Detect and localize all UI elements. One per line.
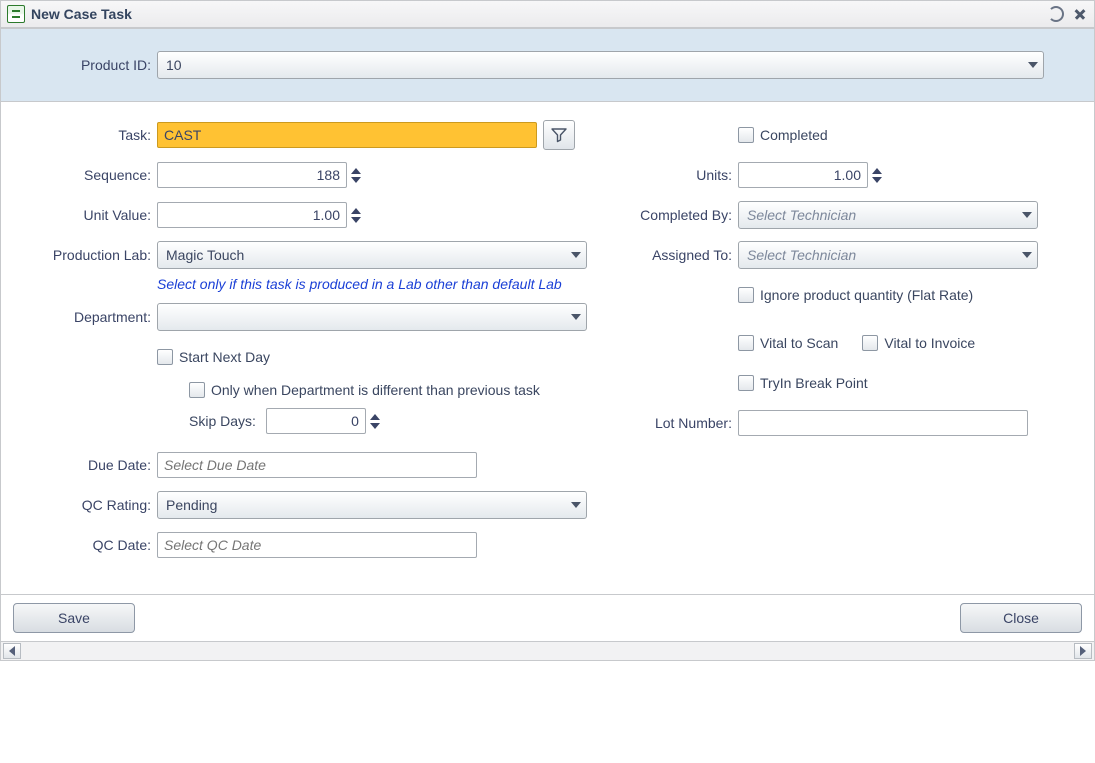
completed-checkbox[interactable]: Completed [738, 127, 828, 143]
vital-to-scan-label: Vital to Scan [760, 335, 838, 351]
funnel-icon [551, 127, 567, 143]
spin-up-icon[interactable] [872, 168, 882, 174]
chevron-down-icon [566, 252, 586, 258]
product-id-label: Product ID: [1, 57, 157, 73]
lot-number-input[interactable] [738, 410, 1028, 436]
product-id-dropdown[interactable]: 10 [157, 51, 1044, 79]
qc-rating-dropdown[interactable]: Pending [157, 491, 587, 519]
skip-days-input[interactable] [266, 408, 366, 434]
due-date-input[interactable] [157, 452, 477, 478]
ignore-qty-checkbox[interactable]: Ignore product quantity (Flat Rate) [738, 287, 973, 303]
completed-by-label: Completed By: [587, 207, 738, 223]
checkbox-icon [157, 349, 173, 365]
chevron-down-icon [566, 314, 586, 320]
department-label: Department: [1, 309, 157, 325]
footer: Save Close [1, 595, 1094, 641]
completed-by-placeholder: Select Technician [747, 207, 1017, 223]
vital-to-scan-checkbox[interactable]: Vital to Scan [738, 335, 838, 351]
checkbox-icon [738, 375, 754, 391]
assigned-to-placeholder: Select Technician [747, 247, 1017, 263]
spin-down-icon[interactable] [872, 177, 882, 183]
app-icon [7, 5, 25, 23]
production-lab-label: Production Lab: [1, 247, 157, 263]
refresh-icon[interactable] [1048, 6, 1064, 22]
window-title: New Case Task [31, 6, 132, 22]
new-case-task-window: New Case Task Product ID: 10 Task: [0, 0, 1095, 661]
spin-down-icon[interactable] [370, 423, 380, 429]
tryin-break-label: TryIn Break Point [760, 375, 868, 391]
tryin-break-checkbox[interactable]: TryIn Break Point [738, 375, 868, 391]
skip-days-label: Skip Days: [189, 413, 256, 429]
lot-number-label: Lot Number: [587, 415, 738, 431]
scroll-left-button[interactable] [3, 643, 21, 659]
qc-date-input[interactable] [157, 532, 477, 558]
qc-rating-label: QC Rating: [1, 497, 157, 513]
assigned-to-label: Assigned To: [587, 247, 738, 263]
triangle-right-icon [1080, 646, 1086, 656]
product-id-value: 10 [166, 57, 1023, 73]
sequence-input[interactable] [157, 162, 347, 188]
form-area: Task: Sequence: [1, 102, 1094, 595]
vital-to-invoice-label: Vital to Invoice [884, 335, 975, 351]
chevron-down-icon [1017, 252, 1037, 258]
completed-label: Completed [760, 127, 828, 143]
close-button[interactable]: Close [960, 603, 1082, 633]
unit-value-spinner[interactable] [351, 208, 361, 223]
checkbox-icon [738, 335, 754, 351]
sequence-label: Sequence: [1, 167, 157, 183]
scroll-right-button[interactable] [1074, 643, 1092, 659]
qc-date-label: QC Date: [1, 537, 157, 553]
save-button[interactable]: Save [13, 603, 135, 633]
task-label: Task: [1, 127, 157, 143]
horizontal-scrollbar[interactable] [1, 641, 1094, 660]
completed-by-dropdown[interactable]: Select Technician [738, 201, 1038, 229]
checkbox-icon [738, 287, 754, 303]
units-label: Units: [587, 167, 738, 183]
vital-to-invoice-checkbox[interactable]: Vital to Invoice [862, 335, 975, 351]
checkbox-icon [189, 382, 205, 398]
titlebar: New Case Task [1, 1, 1094, 28]
production-lab-help: Select only if this task is produced in … [157, 276, 582, 292]
close-icon[interactable] [1072, 6, 1088, 22]
unit-value-input[interactable] [157, 202, 347, 228]
production-lab-dropdown[interactable]: Magic Touch [157, 241, 587, 269]
units-input[interactable] [738, 162, 868, 188]
start-next-day-label: Start Next Day [179, 349, 270, 365]
only-diff-dept-checkbox[interactable]: Only when Department is different than p… [189, 382, 540, 398]
right-column: Completed Units: Completed By: [587, 120, 1095, 448]
spin-up-icon[interactable] [370, 414, 380, 420]
sequence-spinner[interactable] [351, 168, 361, 183]
qc-rating-value: Pending [166, 497, 566, 513]
triangle-left-icon [9, 646, 15, 656]
start-next-day-checkbox[interactable]: Start Next Day [157, 349, 270, 365]
task-input[interactable] [157, 122, 537, 148]
assigned-to-dropdown[interactable]: Select Technician [738, 241, 1038, 269]
chevron-down-icon [1023, 62, 1043, 68]
chevron-down-icon [566, 502, 586, 508]
checkbox-icon [862, 335, 878, 351]
unit-value-label: Unit Value: [1, 207, 157, 223]
only-diff-dept-label: Only when Department is different than p… [211, 382, 540, 398]
chevron-down-icon [1017, 212, 1037, 218]
left-column: Task: Sequence: [1, 120, 587, 570]
skip-days-spinner[interactable] [370, 414, 380, 429]
spin-up-icon[interactable] [351, 208, 361, 214]
spin-down-icon[interactable] [351, 177, 361, 183]
department-dropdown[interactable] [157, 303, 587, 331]
product-id-band: Product ID: 10 [1, 28, 1094, 102]
filter-button[interactable] [543, 120, 575, 150]
spin-down-icon[interactable] [351, 217, 361, 223]
due-date-label: Due Date: [1, 457, 157, 473]
spin-up-icon[interactable] [351, 168, 361, 174]
production-lab-value: Magic Touch [166, 247, 566, 263]
ignore-qty-label: Ignore product quantity (Flat Rate) [760, 287, 973, 303]
checkbox-icon [738, 127, 754, 143]
units-spinner[interactable] [872, 168, 882, 183]
